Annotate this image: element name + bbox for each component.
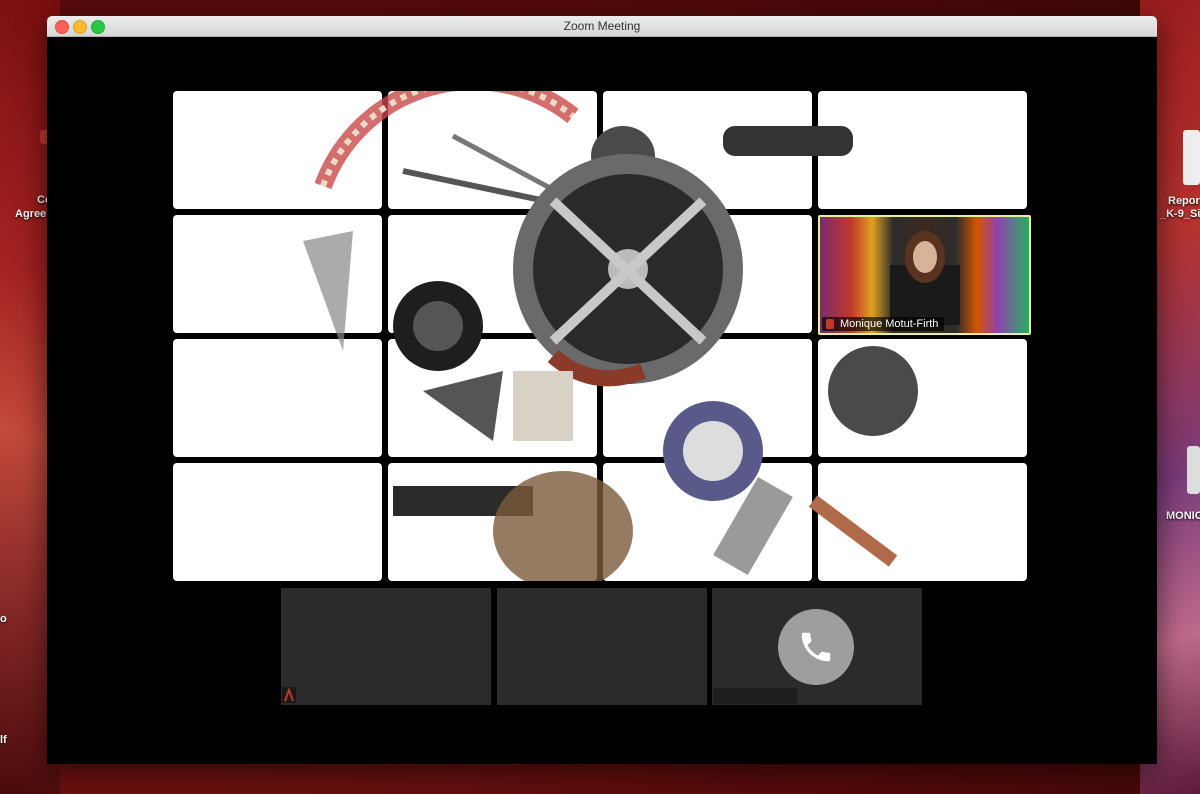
name-label-strip <box>713 688 797 704</box>
video-tile[interactable] <box>818 339 1027 457</box>
zoom-window: Zoom Meeting Monique Motut-Firth <box>47 16 1157 764</box>
microphone-muted-icon <box>826 319 834 329</box>
gallery-grid <box>173 91 1027 581</box>
video-tile[interactable] <box>388 463 597 581</box>
video-tile[interactable] <box>603 339 812 457</box>
video-tile[interactable] <box>173 215 382 333</box>
drive-label: MONIC <box>1166 510 1200 522</box>
video-tile-bottom[interactable] <box>281 588 491 705</box>
video-tile[interactable] <box>173 339 382 457</box>
video-tile[interactable] <box>388 339 597 457</box>
video-tile[interactable] <box>818 91 1027 209</box>
video-tile-bottom[interactable] <box>497 588 707 705</box>
desktop-pdf-icon[interactable] <box>1183 130 1200 185</box>
desktop-file-label: Repor <box>1168 195 1200 207</box>
participant-video <box>890 231 960 325</box>
active-speaker-tile[interactable]: Monique Motut-Firth <box>818 215 1031 335</box>
video-tile[interactable] <box>818 463 1027 581</box>
video-tile[interactable] <box>388 215 597 333</box>
desktop-file-label: o <box>0 613 7 625</box>
title-bar[interactable]: Zoom Meeting <box>47 16 1157 37</box>
desktop-file-label: Agree <box>15 208 47 220</box>
participant-name-tag: Monique Motut-Firth <box>822 317 945 331</box>
window-title: Zoom Meeting <box>563 19 641 33</box>
participant-name: Monique Motut-Firth <box>840 318 939 330</box>
video-tile[interactable] <box>603 215 812 333</box>
desktop-file-label: _K-9_Si <box>1160 208 1200 220</box>
desktop-file-label: lf <box>0 734 7 746</box>
small-thumbnail-icon <box>282 687 296 703</box>
video-tile[interactable] <box>603 463 812 581</box>
phone-icon[interactable] <box>778 609 854 685</box>
drive-icon[interactable] <box>1187 446 1200 494</box>
video-tile[interactable] <box>173 463 382 581</box>
video-tile[interactable] <box>173 91 382 209</box>
video-tile[interactable] <box>388 91 597 209</box>
video-tile[interactable] <box>603 91 812 209</box>
